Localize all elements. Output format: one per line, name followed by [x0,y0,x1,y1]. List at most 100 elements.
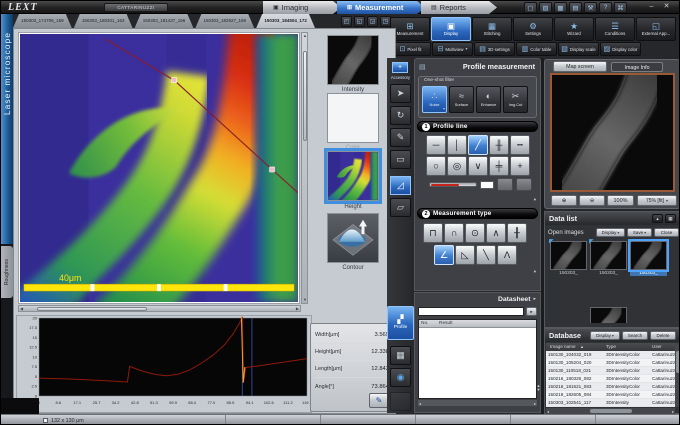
line-width-slider[interactable] [429,182,477,187]
measure-handle-end[interactable] [270,167,275,172]
profile-measure-button[interactable]: ◿ [390,176,411,195]
intensity-thumbnail[interactable] [327,35,379,85]
scroll-left-icon[interactable]: ◀ [20,307,23,311]
ribbon-button-wizard[interactable]: ★Wizard [554,17,594,41]
close-button[interactable]: ✕ [660,2,673,13]
filter-img-cut-button[interactable]: ✂Img.Cut [503,86,528,113]
datasheet-filter-button[interactable]: ▸ [526,307,537,316]
measurement-type-tool-1[interactable]: ◺ [455,245,475,265]
pointer-3d-button[interactable]: ➤ [390,84,411,103]
datasheet-filter-input[interactable] [418,307,524,316]
measurement-type-tool-4[interactable]: ╂ [507,223,527,243]
ribbon-button-conditions[interactable]: ☰Conditions [595,17,635,41]
filter-noise-button[interactable]: ∴Noise▾ [422,86,447,113]
rotate-3d-button[interactable]: ↻ [390,106,411,125]
filter-enhance-button[interactable]: ◐Enhance [476,86,501,113]
height-thumbnail[interactable] [327,151,379,201]
database-row[interactable]: 150219_182605_0843DIntensityColorCattari… [546,391,675,399]
ribbon-button-color-table[interactable]: ▥Color table [516,42,557,56]
dataset-button[interactable]: ▦ [390,346,411,365]
map-overview-image[interactable] [550,73,675,192]
ribbon-button-multiview[interactable]: ⊟Multiview▾ [432,42,473,56]
zoom-in-button[interactable]: ⊕ [551,195,577,206]
scroll-left-icon[interactable]: ◂ [547,409,549,414]
print-icon[interactable]: ▤ [569,2,582,13]
contour-thumbnail[interactable] [327,213,379,263]
viewport-horizontal-scrollbar[interactable]: ◀ ▶ [18,305,301,312]
color-thumbnail[interactable] [327,93,379,143]
save-icon[interactable]: ▦ [554,2,567,13]
profile-line-tool-1[interactable]: │ [447,135,467,155]
viewport-vertical-scrollbar[interactable]: ▲ ▼ [301,32,308,304]
grid-view-button[interactable]: ▦ [665,214,676,223]
ribbon-button-display-scale[interactable]: ▧Display scale [558,42,599,56]
scroll-right-icon[interactable]: ▸ [672,409,674,414]
database-row[interactable]: 150216_180326_0823DIntensityColorCattari… [546,375,675,383]
measure-handle-start[interactable] [172,78,177,83]
open-image-thumb-partial[interactable] [590,307,627,323]
database-row[interactable]: 150216_181621_0833DIntensityColorCattari… [546,383,675,391]
close-image-button[interactable]: Close [654,228,679,237]
tab-measurement[interactable]: ⊞ Measurement [337,1,425,14]
tools-icon[interactable]: ⚒ [584,2,597,13]
layout-single-icon[interactable]: ◰ [341,16,352,27]
display-dropdown-button[interactable]: Display▾ [596,228,625,237]
scroll-right-icon[interactable]: ▸ [534,401,536,406]
measurement-type-tool-3[interactable]: ∧ [486,223,506,243]
user-button[interactable]: CATTARINUZZI [104,3,168,12]
ribbon-button-external-app-[interactable]: ◱External App... [636,17,676,41]
zoom-out-button[interactable]: ⊖ [579,195,605,206]
scroll-down-icon[interactable]: ▼ [303,298,307,302]
line-width-value[interactable] [480,181,494,189]
open-image-thumb-1[interactable]: ◤ 150303_ [550,241,587,276]
scroll-up-icon[interactable]: ▲ [303,34,307,38]
ribbon-button-pixel-fit[interactable]: ⊡Pixel fit [390,42,431,56]
profile-line-tool-2[interactable]: ∨ [468,156,488,176]
ribbon-button-measurement[interactable]: ⊞Measurement [390,17,430,41]
tab-reports[interactable]: ▤ Reports [421,1,497,14]
measurement-type-tool-2[interactable]: ⊙ [465,223,485,243]
measurement-type-tool-3[interactable]: Λ [497,245,517,265]
color-drop-button[interactable]: ◉ [390,368,411,387]
section-caret-icon[interactable]: ▾ [534,269,536,275]
help-icon[interactable]: ? [599,2,612,13]
measurement-type-tool-2[interactable]: ╲ [476,245,496,265]
new-file-icon[interactable]: ▢ [524,2,537,13]
profile-line-tool-3[interactable]: ╪ [489,156,509,176]
profile-mode-tab[interactable]: ▞ Profile [387,306,414,340]
db-display-dropdown-button[interactable]: Display▾ [590,331,620,340]
scroll-left-icon[interactable]: ◂ [419,401,421,406]
database-row[interactable]: 150303_102541_1173DIntensityCattarinuzzi [546,399,675,407]
splitter-arrows[interactable]: ▲▼ [536,384,541,393]
open-folder-icon[interactable]: ▧ [539,2,552,13]
filter-surface-button[interactable]: ≈Surface [449,86,474,113]
database-table-header[interactable]: Image name ▴ Type User [546,343,675,351]
height-map-viewport[interactable]: 40μm [18,32,300,304]
tab-map-screen[interactable]: Map screen [553,61,607,72]
open-image-thumb-3-selected[interactable]: ◤ 150303_ [630,241,667,276]
measurement-type-tool-0[interactable]: ∠ [434,245,454,265]
profile-line-tool-0[interactable]: ○ [426,156,446,176]
database-row[interactable]: 150130_105204_0203DIntensityColorCattari… [546,359,675,367]
ribbon-button-display[interactable]: ▣Display [431,17,471,41]
image-frame-button[interactable]: ▭ [390,150,411,169]
measurement-type-tool-0[interactable]: ⊓ [423,223,443,243]
file-tab[interactable]: 150303_181437_166 [135,14,194,28]
profile-line-tool-3[interactable]: ╫ [489,135,509,155]
export-report-button[interactable]: ✎ [369,393,389,408]
database-row[interactable]: 150130_110518_0213DIntensityColorCattari… [546,367,675,375]
profile-line-tool-4[interactable]: + [510,156,530,176]
profile-line-tool-2[interactable]: ╱ [468,135,488,155]
ribbon-button-display-color[interactable]: ▨Display color [600,42,641,56]
login-key-icon[interactable]: ⌘ [614,2,627,13]
annotate-button[interactable]: ✎ [390,128,411,147]
report-page-button[interactable]: ▱ [390,198,411,217]
collapse-button[interactable]: ▴ [652,214,663,223]
file-tab[interactable]: 150303_180201_163 [74,14,133,28]
ribbon-button-settings[interactable]: ⚙Settings [513,17,553,41]
layout-quad-icon[interactable]: ◲ [367,16,378,27]
layout-split-icon[interactable]: ◱ [354,16,365,27]
database-row[interactable]: 150130_104032_0193DIntensityColorCattari… [546,351,675,359]
roughness-side-tab[interactable]: Roughness [1,246,13,298]
section-caret-icon[interactable]: ▾ [534,197,536,203]
